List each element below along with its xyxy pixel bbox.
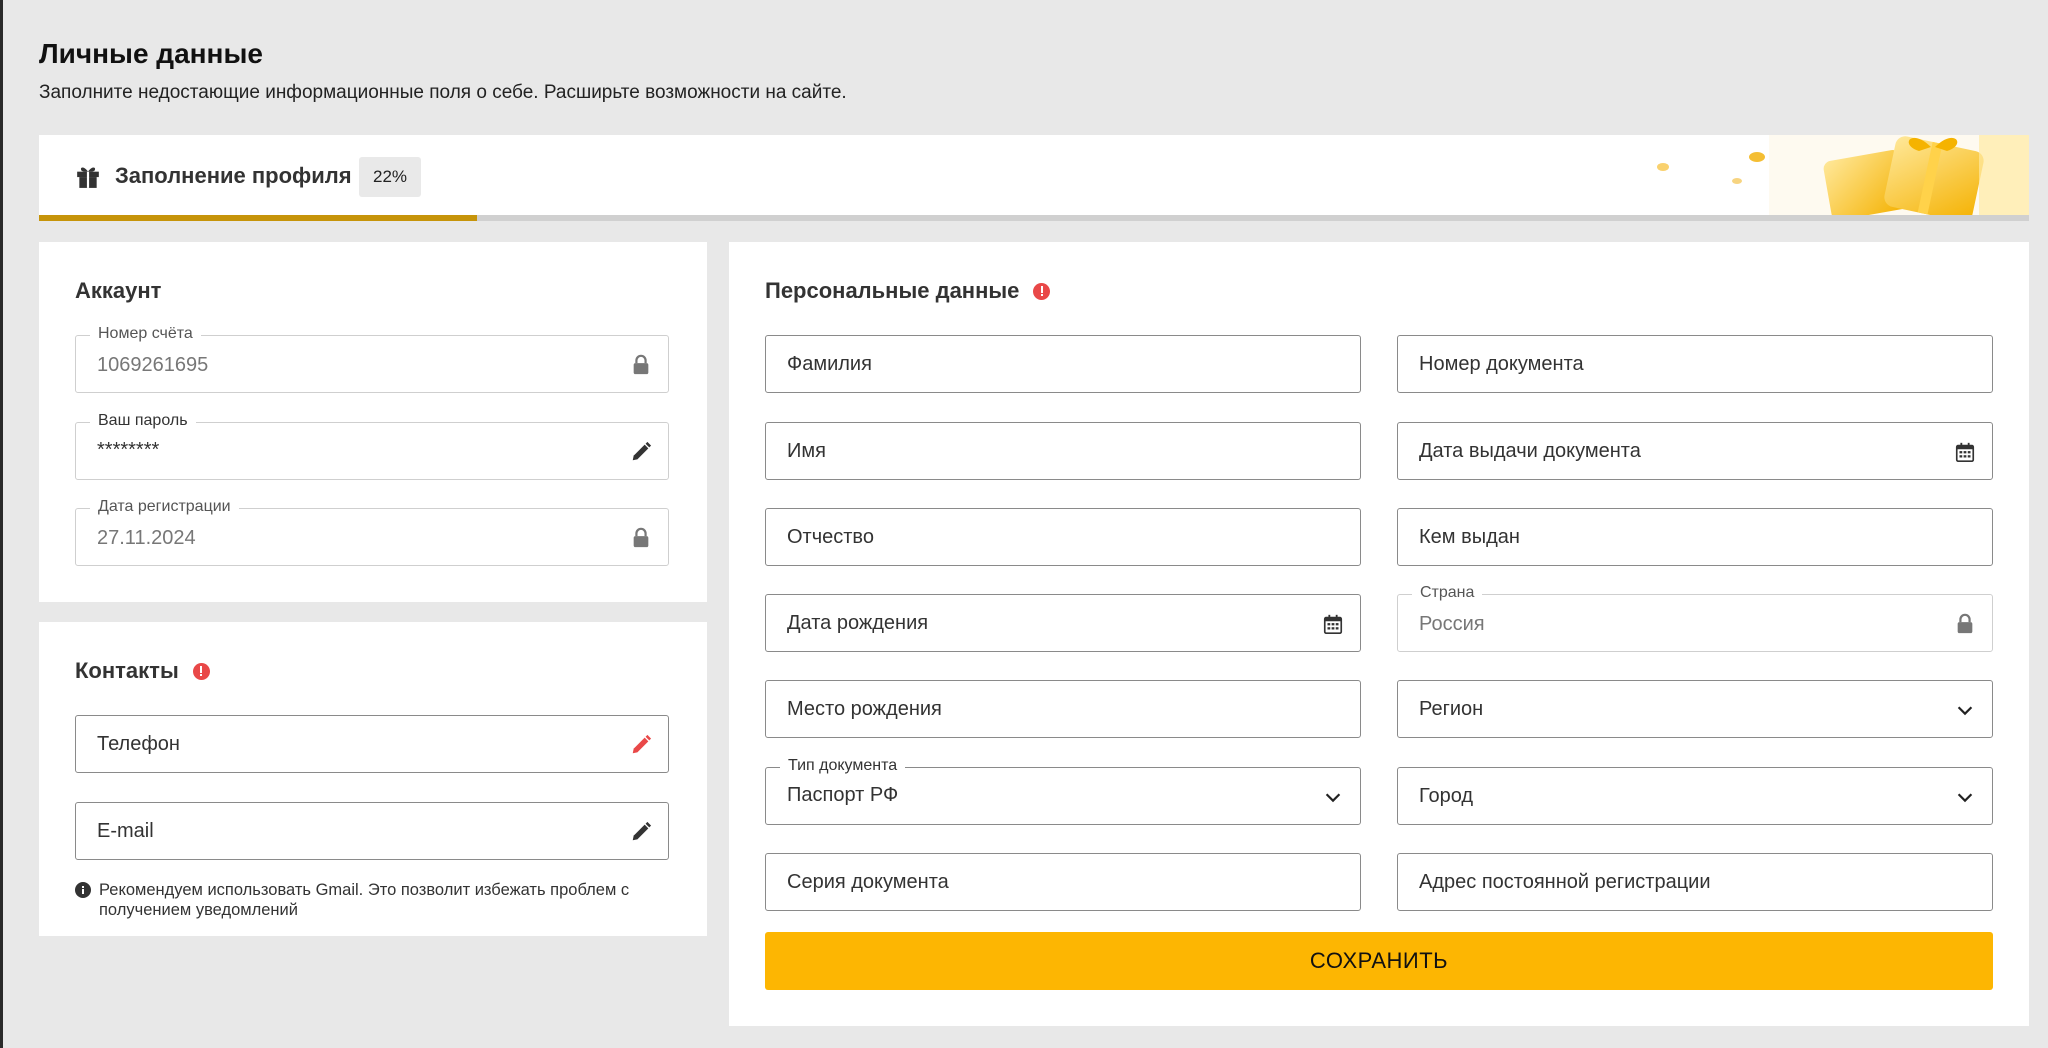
personal-data-title: Персональные данные: [765, 278, 1051, 304]
gift-icon: [77, 167, 99, 188]
calendar-icon[interactable]: [1954, 441, 1976, 463]
patronymic-placeholder: Отчество: [787, 526, 874, 548]
document-type-select[interactable]: Тип документа Паспорт РФ: [765, 757, 1361, 825]
birth-place-placeholder: Место рождения: [787, 698, 942, 720]
pencil-icon[interactable]: [630, 821, 652, 843]
last-name-input[interactable]: Фамилия: [765, 335, 1361, 393]
lock-icon: [1957, 613, 1973, 634]
issued-by-placeholder: Кем выдан: [1419, 526, 1520, 548]
account-card: Аккаунт Номер счёта 1069261695 Ваш парол…: [39, 242, 707, 602]
page-title: Личные данные: [39, 38, 263, 69]
first-name-input[interactable]: Имя: [765, 422, 1361, 480]
chevron-down-icon: [1325, 793, 1341, 803]
registration-address-placeholder: Адрес постоянной регистрации: [1419, 871, 1711, 893]
password-value: ********: [97, 439, 160, 461]
patronymic-input[interactable]: Отчество: [765, 508, 1361, 566]
document-type-label: Тип документа: [780, 757, 906, 775]
pencil-icon[interactable]: [630, 734, 652, 756]
birth-place-input[interactable]: Место рождения: [765, 680, 1361, 738]
document-type-value: Паспорт РФ: [787, 784, 899, 806]
registration-date-value: 27.11.2024: [97, 527, 196, 549]
profile-progress-fill: [39, 215, 477, 221]
city-placeholder: Город: [1419, 785, 1474, 807]
registration-address-input[interactable]: Адрес постоянной регистрации: [1397, 853, 1993, 911]
contacts-title-text: Контакты: [75, 658, 179, 683]
password-field[interactable]: Ваш пароль ********: [75, 412, 669, 480]
contacts-card: Контакты Телефон E-mail Рекомендуем испо…: [39, 622, 707, 936]
warning-icon: [1033, 282, 1051, 300]
last-name-placeholder: Фамилия: [787, 353, 872, 375]
password-label: Ваш пароль: [90, 412, 196, 430]
account-title-text: Аккаунт: [75, 278, 162, 303]
document-issue-date-input[interactable]: Дата выдачи документа: [1397, 422, 1993, 480]
document-issue-date-placeholder: Дата выдачи документа: [1419, 440, 1641, 462]
profile-progress-label: Заполнение профиля: [115, 163, 352, 188]
birth-date-placeholder: Дата рождения: [787, 612, 929, 634]
region-placeholder: Регион: [1419, 698, 1484, 720]
document-number-input[interactable]: Номер документа: [1397, 335, 1993, 393]
issued-by-input[interactable]: Кем выдан: [1397, 508, 1993, 566]
chevron-down-icon: [1957, 706, 1973, 716]
personal-data-title-text: Персональные данные: [765, 278, 1020, 303]
account-number-label: Номер счёта: [90, 325, 201, 343]
warning-icon: [192, 662, 210, 680]
registration-date-field: Дата регистрации 27.11.2024: [75, 498, 669, 566]
gift-boxes-decoration: [1657, 135, 2029, 215]
profile-progress-banner: Заполнение профиля 22%: [39, 135, 2029, 221]
lock-icon: [633, 527, 649, 548]
gmail-recommendation-text: Рекомендуем использовать Gmail. Это позв…: [99, 881, 630, 919]
country-label: Страна: [1412, 584, 1483, 602]
info-icon: [75, 882, 91, 898]
chevron-down-icon: [1957, 793, 1973, 803]
country-field: Страна Россия: [1397, 584, 1993, 652]
document-series-placeholder: Серия документа: [787, 871, 949, 893]
page-subtitle: Заполните недостающие информационные пол…: [39, 82, 847, 103]
profile-progress-percent: 22%: [359, 157, 422, 197]
first-name-placeholder: Имя: [787, 440, 826, 462]
registration-date-label: Дата регистрации: [90, 498, 239, 516]
account-title: Аккаунт: [75, 278, 161, 304]
contacts-title: Контакты: [75, 658, 210, 684]
city-select[interactable]: Город: [1397, 767, 1993, 825]
pencil-icon[interactable]: [630, 441, 652, 463]
email-field[interactable]: E-mail: [75, 802, 669, 860]
lock-icon: [633, 354, 649, 375]
calendar-icon[interactable]: [1322, 613, 1344, 635]
gmail-recommendation-note: Рекомендуем использовать Gmail. Это позв…: [75, 880, 675, 920]
account-number-field: Номер счёта 1069261695: [75, 325, 669, 393]
account-number-value: 1069261695: [97, 354, 209, 376]
personal-data-page: Личные данные Заполните недостающие инфо…: [0, 0, 2048, 1048]
email-placeholder: E-mail: [97, 820, 154, 842]
save-button[interactable]: СОХРАНИТЬ: [765, 932, 1993, 990]
phone-field[interactable]: Телефон: [75, 715, 669, 773]
country-value: Россия: [1419, 613, 1485, 635]
birth-date-input[interactable]: Дата рождения: [765, 594, 1361, 652]
profile-progress-track: [39, 215, 2029, 221]
document-number-placeholder: Номер документа: [1419, 353, 1584, 375]
personal-data-card: Персональные данные Фамилия Имя Отчество…: [729, 242, 2029, 1026]
region-select[interactable]: Регион: [1397, 680, 1993, 738]
phone-placeholder: Телефон: [97, 733, 180, 755]
document-series-input[interactable]: Серия документа: [765, 853, 1361, 911]
